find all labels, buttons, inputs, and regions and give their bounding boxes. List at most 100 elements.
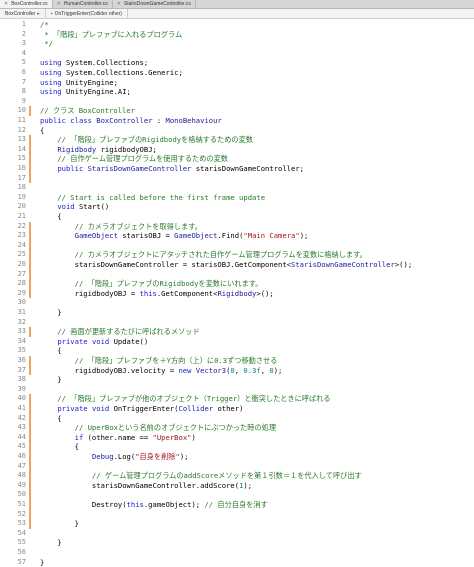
code-text: // ゲーム管理プログラムのaddScoreメソッドを第１引数＝１を代入して呼び… — [40, 471, 362, 481]
code-line[interactable]: 7 using UnityEngine; — [0, 78, 474, 88]
code-line[interactable]: 28 // 「階段」プレファブのRigidbodyを変数にいれます。 — [0, 279, 474, 289]
code-line[interactable]: 3 */ — [0, 39, 474, 49]
line-number: 31 — [17, 308, 26, 316]
code-line[interactable]: 8 using UnityEngine.AI; — [0, 87, 474, 97]
tab-humancontroller[interactable]: ✕ HumanController.cs — [53, 0, 113, 8]
line-number: 2 — [21, 29, 26, 38]
code-token: { — [40, 442, 79, 452]
line-number: 22 — [17, 221, 26, 230]
code-line[interactable]: 21 { — [0, 212, 474, 222]
line-number: 43 — [17, 423, 26, 432]
code-text: // 「階段」プレファブのRigidbodyを変数にいれます。 — [40, 279, 263, 289]
line-number: 39 — [17, 384, 26, 393]
code-line[interactable]: 39 — [0, 385, 474, 395]
code-line[interactable]: 56 — [0, 548, 474, 558]
code-token: starisDownGameController = starisOBJ.Get… — [40, 260, 291, 269]
code-line[interactable]: 9 — [0, 97, 474, 107]
close-icon[interactable]: ✕ — [4, 0, 8, 8]
code-line[interactable]: 42 { — [0, 413, 474, 424]
code-line[interactable]: 47 — [0, 461, 474, 472]
code-token: this — [126, 500, 144, 509]
code-line[interactable]: 27 — [0, 269, 474, 280]
code-line[interactable]: 32 — [0, 318, 474, 328]
code-line[interactable]: 25 // カメラオブジェクトにアタッチされた自作ゲーム管理プログラムを変数に格… — [0, 250, 474, 260]
code-line[interactable]: 14 Rigidbody rigidbodyOBJ; — [0, 144, 474, 155]
code-line[interactable]: 4 — [0, 49, 474, 59]
code-line[interactable]: 16 public StarisDownGameController stari… — [0, 164, 474, 174]
code-line[interactable]: 33 // 画面が更新するたびに呼ばれるメソッド — [0, 327, 474, 337]
change-marker — [29, 173, 31, 184]
code-line[interactable]: 24 — [0, 240, 474, 251]
close-icon[interactable]: ✕ — [117, 0, 121, 8]
code-line[interactable]: 38 } — [0, 375, 474, 385]
code-token: "Main Camera" — [243, 231, 300, 241]
code-line[interactable]: 53 } — [0, 519, 474, 529]
code-line[interactable]: 34 private void Update() — [0, 337, 474, 347]
code-line[interactable]: 23 GameObject starisOBJ = GameObject.Fin… — [0, 231, 474, 241]
code-line[interactable]: 36 // 「階段」プレファブを＋Y方向（上）に0.3ずつ移動させる — [0, 356, 474, 366]
code-line[interactable]: 5 using System.Collections; — [0, 58, 474, 68]
code-token: // 自作ゲーム管理プログラムを使用するための変数 — [40, 154, 228, 164]
code-line[interactable]: 49 starisDownGameController.addScore(1); — [0, 480, 474, 491]
code-text: // クラス BoxController — [40, 106, 135, 116]
code-token: * 「階段」プレファブに入れるプログラム — [40, 29, 183, 39]
code-token: .Log( — [113, 452, 136, 461]
close-icon[interactable]: ✕ — [57, 0, 61, 8]
code-token: OnTriggerEnter( — [109, 404, 179, 413]
change-marker — [29, 356, 31, 366]
code-line[interactable]: 46 Debug.Log("自身を削除"); — [0, 452, 474, 462]
code-line[interactable]: 48 // ゲーム管理プログラムのaddScoreメソッドを第１引数＝１を代入し… — [0, 471, 474, 481]
change-marker — [29, 461, 31, 472]
code-line[interactable]: 50 — [0, 490, 474, 500]
code-line[interactable]: 13 // 「階段」プレファブのRigidbodyを格納するための変数 — [0, 135, 474, 145]
code-token: private — [57, 404, 88, 413]
code-line[interactable]: 26 starisDownGameController = starisOBJ.… — [0, 260, 474, 270]
code-editor[interactable]: 1/* 2 * 「階段」プレファブに入れるプログラム 3 */4 5 using Sys… — [0, 20, 474, 567]
line-number: 20 — [17, 202, 26, 211]
code-line[interactable]: 31 } — [0, 308, 474, 318]
code-line[interactable]: 17 — [0, 173, 474, 184]
code-line[interactable]: 43 // UperBoxという名前のオブジェクトにぶつかった時の処理 — [0, 423, 474, 433]
code-token: Start() — [74, 202, 110, 212]
code-line[interactable]: 15 // 自作ゲーム管理プログラムを使用するための変数 — [0, 154, 474, 164]
line-number: 16 — [17, 164, 26, 172]
code-token: // カメラオブジェクトを取得します。 — [40, 221, 202, 231]
code-line[interactable]: 37 rigidbodyOBJ.velocity = new Vector3(0… — [0, 365, 474, 376]
code-line[interactable]: 51 Destroy(this.gameObject); // 自分自身を消す — [0, 500, 474, 510]
code-line[interactable]: 40 // 「階段」プレファブが他のオブジェクト（Trigger）と衝突したとき… — [0, 394, 474, 404]
code-text: // カメラオブジェクトにアタッチされた自作ゲーム管理プログラムを変数に格納しま… — [40, 250, 367, 260]
change-marker — [29, 365, 31, 376]
line-number: 55 — [17, 538, 26, 547]
code-line[interactable]: 1 /* — [0, 20, 474, 30]
code-line[interactable]: 52 — [0, 509, 474, 520]
code-line[interactable]: 41 private void OnTriggerEnter(Collider … — [0, 404, 474, 414]
code-line[interactable]: 18 — [0, 183, 474, 193]
code-line[interactable]: 29 rigidbodyOBJ = this.GetComponent<Rigi… — [0, 288, 474, 299]
code-line[interactable]: 35 { — [0, 346, 474, 356]
code-line[interactable]: 55 } — [0, 538, 474, 548]
code-line[interactable]: 45 { — [0, 442, 474, 452]
code-token: ) — [191, 432, 196, 442]
code-line[interactable]: 54 — [0, 529, 474, 539]
line-number: 7 — [21, 77, 26, 86]
tab-stairsdowngamecontroller[interactable]: ✕ StairsDownGameController.cs — [113, 0, 196, 8]
code-line[interactable]: 10 // クラス BoxController — [0, 106, 474, 116]
tab-boxcontroller[interactable]: ✕ BoxController.cs — [0, 0, 53, 8]
change-marker — [29, 452, 31, 462]
code-line[interactable]: 11 public class BoxController : MonoBehav… — [0, 116, 474, 126]
code-line[interactable]: 19 // Start is called before the first f… — [0, 193, 474, 203]
code-line[interactable]: 57} — [0, 558, 474, 567]
code-line[interactable]: 44 if (other.name == "UperBox") — [0, 432, 474, 443]
change-marker — [29, 279, 31, 289]
method-selector[interactable]: ▪ OnTriggerEnter(Collider other) — [46, 9, 128, 18]
code-line[interactable]: 20 void Start() — [0, 202, 474, 212]
code-line[interactable]: 2 * 「階段」プレファブに入れるプログラム — [0, 30, 474, 40]
class-selector[interactable]: BoxController ▸ — [0, 9, 46, 18]
code-line[interactable]: 6 using System.Collections.Generic; — [0, 68, 474, 78]
code-token: void — [91, 336, 110, 346]
code-line[interactable]: 22 // カメラオブジェクトを取得します。 — [0, 221, 474, 232]
code-text: { — [40, 126, 44, 136]
code-token: rigidbodyOBJ = — [40, 288, 140, 298]
code-line[interactable]: 12 { — [0, 126, 474, 136]
code-line[interactable]: 30 — [0, 298, 474, 308]
